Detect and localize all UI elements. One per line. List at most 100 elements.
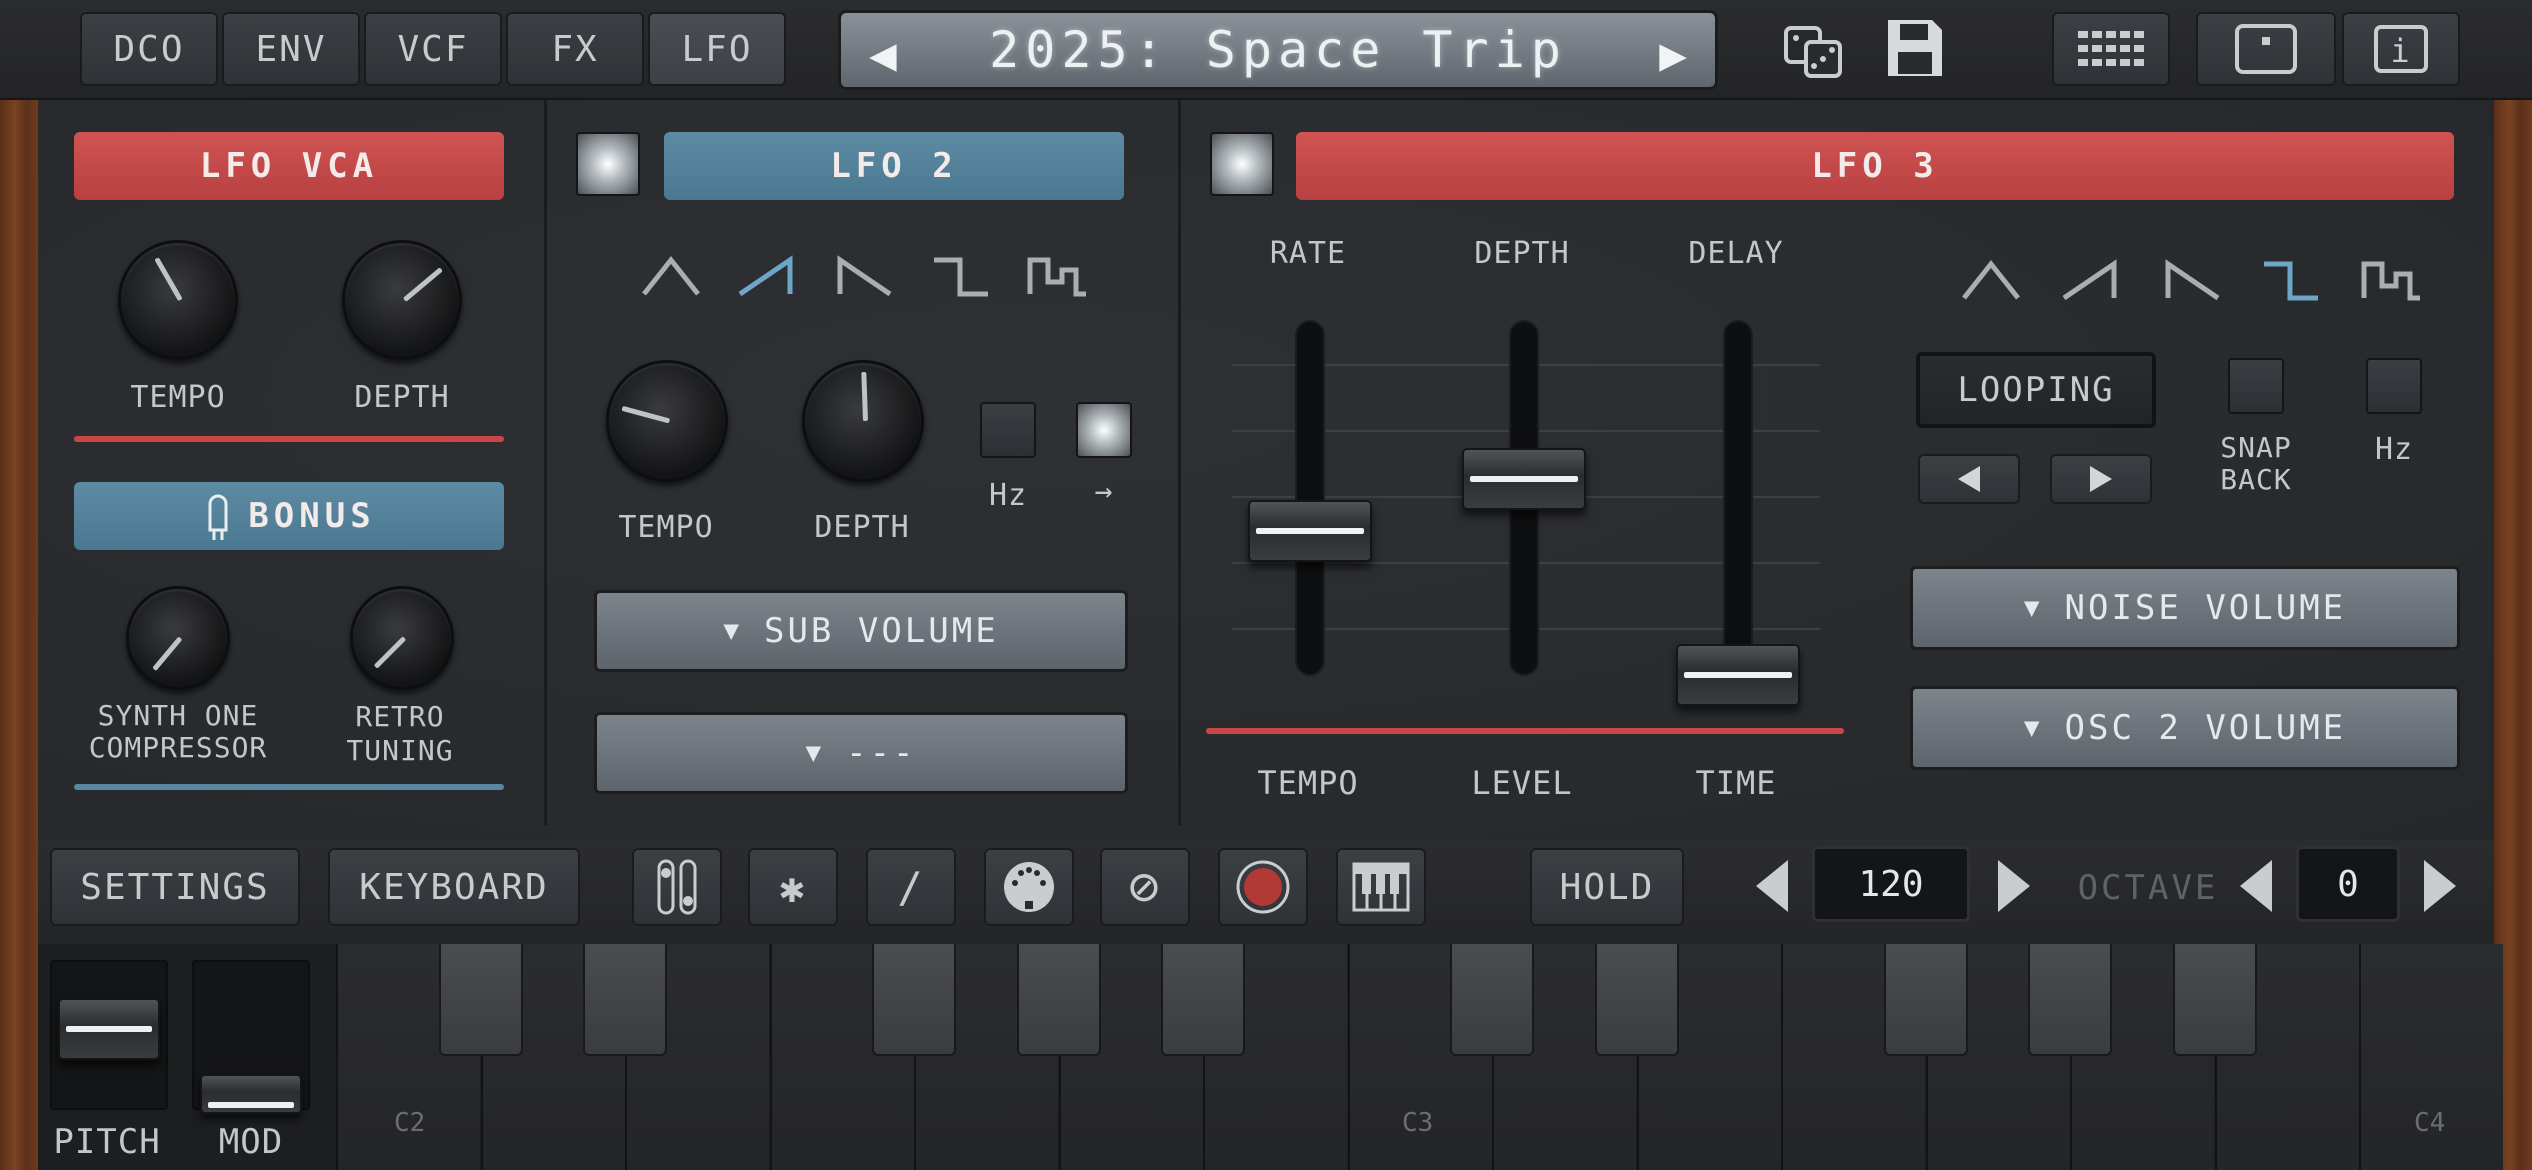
lfo2-tempo-label: TEMPO (618, 510, 714, 545)
lfo2-tempo-knob[interactable] (606, 360, 728, 482)
octave-label: OCTAVE (2077, 868, 2219, 908)
lfo3-delay-slider-track[interactable] (1723, 320, 1753, 676)
lfo2-arrow-toggle[interactable] (1076, 402, 1132, 458)
black-key[interactable] (1883, 944, 1968, 1056)
lfo3-hz-toggle[interactable] (2366, 358, 2422, 414)
caret-down-icon: ▼ (2023, 713, 2043, 743)
lfo3-rate-slider-track[interactable] (1295, 320, 1325, 676)
mod-wheel[interactable] (192, 960, 310, 1114)
lfo2-depth-knob[interactable] (802, 360, 924, 482)
lfo2-wave-ramp-down-icon[interactable] (828, 248, 898, 304)
bonus-rule (74, 784, 504, 790)
snap-back-toggle[interactable] (2228, 358, 2284, 414)
lfo3-enable-toggle[interactable] (1210, 132, 1274, 196)
lfo2-hz-toggle[interactable] (980, 402, 1036, 458)
lfo2-wave-ramp-up-icon[interactable] (732, 248, 802, 304)
tab-vcf[interactable]: VCF (364, 12, 502, 86)
preset-name: 2025: Space Trip (989, 21, 1567, 79)
tab-env[interactable]: ENV (222, 12, 360, 86)
lfo3-wave-sample-hold-icon[interactable] (2356, 252, 2426, 308)
black-key[interactable] (2028, 944, 2112, 1056)
octave-decrease-icon[interactable] (2238, 858, 2274, 914)
lfo2-title[interactable]: LFO 2 (664, 132, 1124, 200)
key-label-c4: C4 (2414, 1108, 2446, 1138)
tempo-increase-icon[interactable] (1996, 858, 2032, 914)
lfo-vca-depth-knob[interactable] (342, 240, 462, 360)
lfo3-level-label: LEVEL (1471, 764, 1573, 802)
black-key[interactable] (438, 944, 523, 1056)
looping-prev-button[interactable] (1918, 454, 2020, 504)
lfo-vca-rule (74, 436, 504, 442)
lfo2-enable-toggle[interactable] (576, 132, 640, 196)
record-button[interactable] (1218, 848, 1308, 926)
key-label-c3: C3 (1402, 1108, 1434, 1138)
looping-button[interactable]: LOOPING (1916, 352, 2156, 428)
top-bar: DCO ENV VCF FX LFO ◀ 2025: Space Trip ▶ (0, 0, 2532, 100)
tab-lfo[interactable]: LFO (648, 12, 786, 86)
lfo-vca-tempo-label: TEMPO (130, 380, 226, 415)
link-button[interactable]: ∕ (866, 848, 956, 926)
preset-next-button[interactable]: ▶ (1659, 27, 1687, 81)
tab-fx[interactable]: FX (506, 12, 644, 86)
tab-dco[interactable]: DCO (80, 12, 218, 86)
grid-button[interactable] (2052, 12, 2170, 86)
lfo3-wave-triangle-icon[interactable] (1956, 252, 2026, 308)
octave-increase-icon[interactable] (2422, 858, 2458, 914)
lfo3-target2-dropdown[interactable]: ▼ OSC 2 VOLUME (1910, 686, 2460, 770)
lfo3-depth-slider-handle[interactable] (1462, 448, 1586, 510)
block-icon: ⊘ (1128, 857, 1162, 917)
hold-button[interactable]: HOLD (1530, 848, 1684, 926)
record-icon (1236, 860, 1290, 914)
midi-button[interactable] (984, 848, 1074, 926)
lfo-vca-tempo-knob[interactable] (118, 240, 238, 360)
lfo2-wave-sample-hold-icon[interactable] (1022, 248, 1092, 304)
lfo3-title[interactable]: LFO 3 (1296, 132, 2454, 200)
lfo2-target2-dropdown[interactable]: ▼ --- (594, 712, 1128, 794)
mod-label: MOD (218, 1122, 284, 1162)
bonus-title: BONUS (248, 496, 376, 536)
tempo-decrease-icon[interactable] (1754, 858, 1790, 914)
save-icon[interactable] (1884, 16, 1946, 80)
bluetooth-icon: ✱ (779, 862, 807, 912)
black-key[interactable] (1594, 944, 1679, 1056)
keyboard-button[interactable]: KEYBOARD (328, 848, 580, 926)
dice-icon[interactable] (1782, 20, 1846, 80)
toggle-button[interactable] (632, 848, 722, 926)
black-key[interactable] (1016, 944, 1101, 1056)
lfo3-rule (1206, 728, 1844, 734)
piano-button[interactable] (1336, 848, 1426, 926)
lfo3-target1-dropdown[interactable]: ▼ NOISE VOLUME (1910, 566, 2460, 650)
lfo3-rate-slider-handle[interactable] (1248, 500, 1372, 562)
lfo3-delay-slider-handle[interactable] (1676, 644, 1800, 706)
synth-one-compressor-knob[interactable] (126, 586, 230, 690)
bluetooth-button[interactable]: ✱ (748, 848, 838, 926)
lfo3-delay-label: DELAY (1688, 236, 1784, 271)
info-button[interactable]: i (2342, 12, 2460, 86)
info-icon: i (2374, 25, 2428, 73)
black-key[interactable] (1161, 944, 1245, 1056)
black-key[interactable] (872, 944, 956, 1056)
settings-button[interactable]: SETTINGS (50, 848, 300, 926)
pitch-wheel[interactable] (50, 960, 168, 1110)
black-key[interactable] (583, 944, 667, 1056)
preset-prev-button[interactable]: ◀ (869, 27, 897, 81)
black-key[interactable] (2172, 944, 2257, 1056)
tempo-value[interactable]: 120 (1812, 846, 1970, 922)
lfo3-wave-ramp-up-icon[interactable] (2056, 252, 2126, 308)
octave-value[interactable]: 0 (2296, 846, 2400, 922)
lfo2-wave-triangle-icon[interactable] (636, 248, 706, 304)
lfo2-arrow-label: → (1094, 474, 1114, 509)
lfo-vca-title[interactable]: LFO VCA (74, 132, 504, 200)
view-button[interactable] (2196, 12, 2336, 86)
bonus-title-bar[interactable]: BONUS (74, 482, 504, 550)
triangle-right-icon (2090, 466, 2112, 492)
lfo3-wave-ramp-down-icon[interactable] (2156, 252, 2226, 308)
lfo-vca-depth-label: DEPTH (354, 380, 450, 415)
lfo3-wave-square-icon[interactable] (2256, 252, 2326, 308)
lfo2-target1-dropdown[interactable]: ▼ SUB VOLUME (594, 590, 1128, 672)
panic-button[interactable]: ⊘ (1100, 848, 1190, 926)
looping-next-button[interactable] (2050, 454, 2152, 504)
retro-tuning-knob[interactable] (350, 586, 454, 690)
black-key[interactable] (1450, 944, 1534, 1056)
lfo2-wave-square-icon[interactable] (926, 248, 996, 304)
